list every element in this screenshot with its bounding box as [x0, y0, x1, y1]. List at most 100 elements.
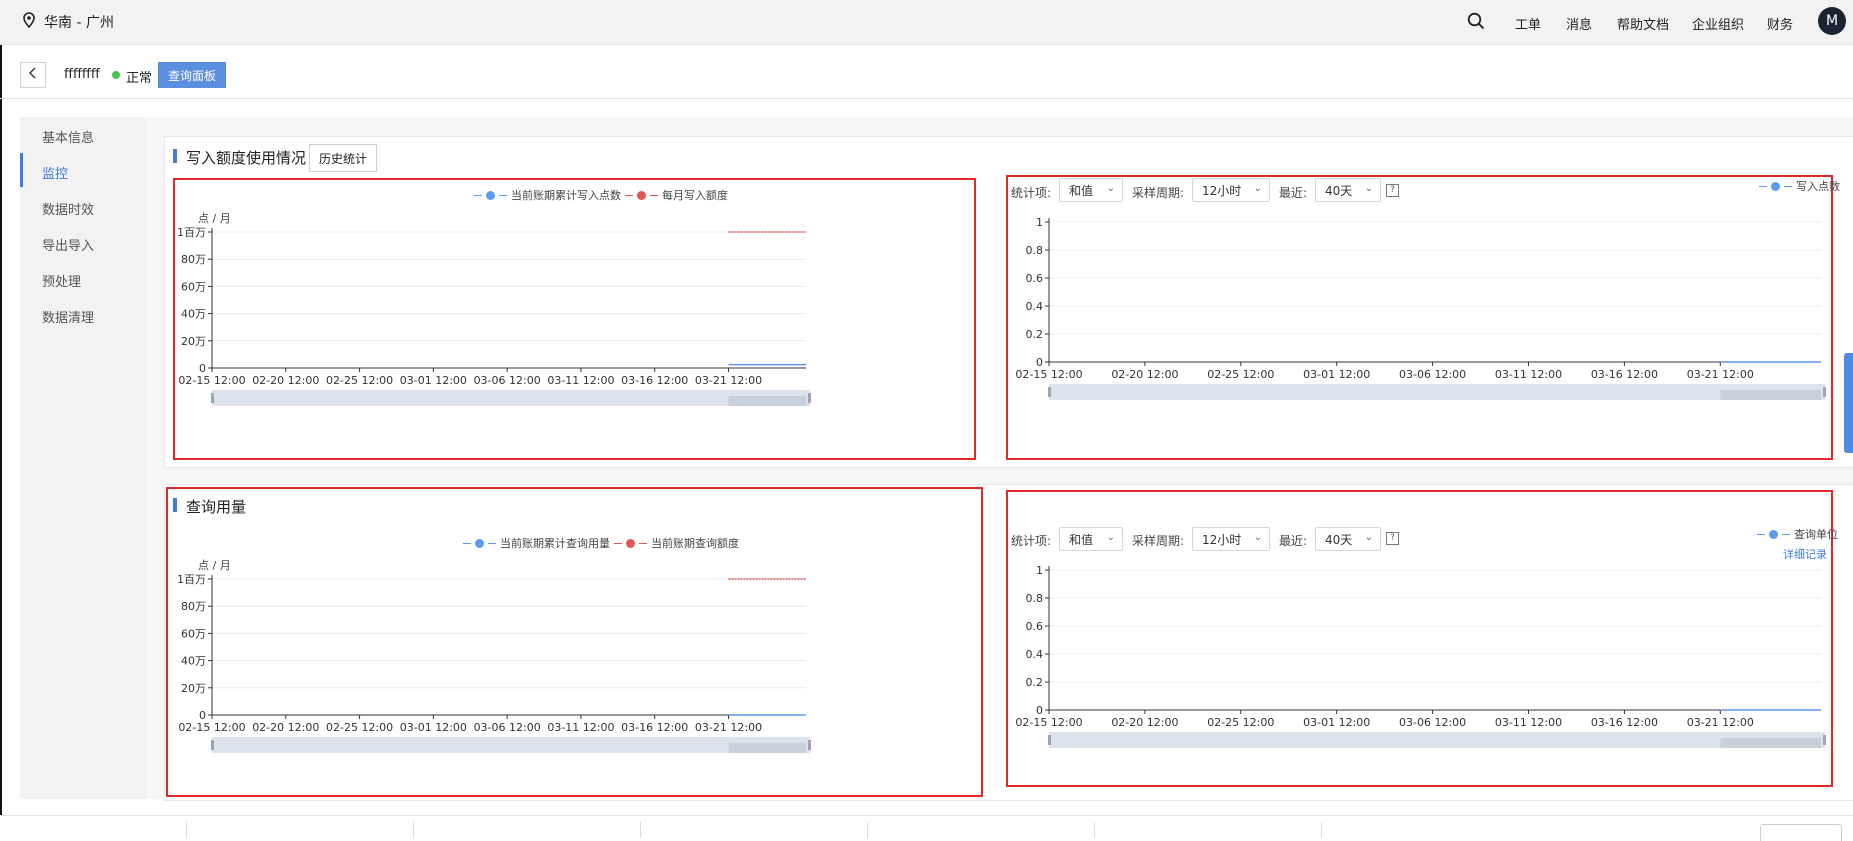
- period-label: 采样周期:: [1132, 534, 1185, 548]
- recent-select[interactable]: 40天 ⌄: [1315, 527, 1381, 551]
- chart1-legend: 当前账期累计写入点数 每月写入额度: [474, 187, 728, 203]
- y-tick-label: 60万: [181, 627, 206, 640]
- y-tick-label: 20万: [181, 335, 206, 348]
- zoom-slider-right-handle: [808, 393, 811, 403]
- x-tick-label: 03-06 12:00: [474, 721, 541, 734]
- period-select[interactable]: 12小时 ⌄: [1192, 178, 1270, 202]
- stat-select[interactable]: 和值 ⌄: [1059, 527, 1123, 551]
- y-tick-label: 20万: [181, 682, 206, 695]
- x-tick-label: 03-16 12:00: [621, 721, 688, 734]
- legend-marker: [1771, 181, 1780, 191]
- period-select[interactable]: 12小时 ⌄: [1192, 527, 1270, 551]
- x-tick-label: 02-20 12:00: [1111, 368, 1178, 381]
- footer-button[interactable]: [1760, 824, 1842, 841]
- legend-marker: [486, 190, 495, 200]
- nav-help-docs[interactable]: 帮助文档: [1617, 14, 1669, 33]
- nav-finance[interactable]: 财务: [1767, 14, 1793, 33]
- x-tick-label: 03-11 12:00: [1495, 368, 1562, 381]
- history-stats-button[interactable]: 历史统计: [309, 144, 377, 172]
- chevron-down-icon: ⌄: [1253, 532, 1262, 543]
- y-tick-label: 1百万: [177, 573, 206, 586]
- chevron-down-icon: ⌄: [1364, 532, 1373, 543]
- region-selector[interactable]: 华南 - 广州: [22, 12, 114, 32]
- legend-line: [1757, 533, 1765, 535]
- chevron-down-icon: ⌄: [1253, 183, 1262, 194]
- zoom-slider-track: [212, 737, 810, 753]
- help-icon[interactable]: ?: [1386, 532, 1399, 545]
- sidebar-item-data-cleanup[interactable]: 数据清理: [42, 307, 94, 326]
- query-panel-button[interactable]: 查询面板: [158, 62, 226, 88]
- x-tick-label: 03-21 12:00: [695, 374, 762, 387]
- instance-name: ffffffff: [64, 67, 100, 82]
- y-tick-label: 0.6: [1026, 272, 1044, 285]
- y-unit-label: 点 / 月: [198, 212, 231, 225]
- avatar[interactable]: M: [1818, 7, 1846, 35]
- header-divider: [0, 98, 1853, 99]
- x-tick-label: 02-15 12:00: [178, 721, 245, 734]
- recent-label: 最近:: [1279, 186, 1308, 200]
- x-tick-label: 02-15 12:00: [1015, 368, 1082, 381]
- section-marker: [173, 149, 177, 163]
- zoom-slider-right-handle: [1823, 735, 1826, 745]
- zoom-slider-left-handle: [1048, 387, 1051, 397]
- chart4-legend: 查询单位: [1757, 526, 1838, 542]
- recent-select-value: 40天: [1325, 183, 1353, 198]
- legend-label[interactable]: 每月写入额度: [662, 187, 728, 203]
- x-tick-label: 03-01 12:00: [400, 374, 467, 387]
- sidebar-item-preprocess[interactable]: 预处理: [42, 271, 81, 290]
- x-tick-label: 03-01 12:00: [1303, 716, 1370, 729]
- x-tick-label: 03-06 12:00: [1399, 716, 1466, 729]
- recent-select[interactable]: 40天 ⌄: [1315, 178, 1381, 202]
- legend-label[interactable]: 写入点数: [1796, 178, 1840, 194]
- x-tick-label: 02-25 12:00: [326, 374, 393, 387]
- footer-divider: [1321, 822, 1322, 838]
- status-dot: [112, 71, 120, 79]
- search-icon[interactable]: [1467, 12, 1485, 34]
- chevron-down-icon: ⌄: [1364, 183, 1373, 194]
- sidebar-item-basic-info[interactable]: 基本信息: [42, 127, 94, 146]
- zoom-slider-track: [212, 390, 810, 406]
- side-drawer-handle[interactable]: [1844, 353, 1853, 453]
- x-tick-label: 03-21 12:00: [1687, 716, 1754, 729]
- sidebar-item-import-export[interactable]: 导出导入: [42, 235, 94, 254]
- nav-organization[interactable]: 企业组织: [1692, 14, 1744, 33]
- stat-select-value: 和值: [1069, 532, 1094, 547]
- footer-divider: [413, 822, 414, 838]
- legend-label[interactable]: 当前账期累计写入点数: [511, 187, 621, 203]
- zoom-slider-track: [1049, 732, 1825, 748]
- zoom-slider-window: [1720, 390, 1821, 400]
- zoom-slider-left-handle: [211, 740, 214, 750]
- legend-line: [488, 542, 496, 544]
- x-tick-label: 03-21 12:00: [1687, 368, 1754, 381]
- status-text: 正常: [126, 71, 153, 86]
- zoom-slider-left-handle: [1048, 735, 1051, 745]
- x-tick-label: 03-16 12:00: [1591, 368, 1658, 381]
- legend-marker: [1769, 529, 1778, 539]
- sidebar-item-data-ttl[interactable]: 数据时效: [42, 199, 94, 218]
- y-tick-label: 40万: [181, 308, 206, 321]
- x-tick-label: 02-25 12:00: [1207, 716, 1274, 729]
- footer-bar: [0, 815, 1853, 841]
- nav-messages[interactable]: 消息: [1566, 14, 1592, 33]
- x-tick-label: 03-16 12:00: [1591, 716, 1658, 729]
- zoom-slider-right-handle: [808, 740, 811, 750]
- legend-label[interactable]: 查询单位: [1794, 526, 1838, 542]
- x-tick-label: 03-06 12:00: [1399, 368, 1466, 381]
- y-tick-label: 1: [1036, 216, 1043, 229]
- footer-divider: [640, 822, 641, 838]
- chart2-legend: 写入点数: [1759, 178, 1840, 194]
- back-button[interactable]: [20, 62, 46, 88]
- nav-tickets[interactable]: 工单: [1515, 14, 1541, 33]
- y-tick-label: 0.8: [1026, 592, 1044, 605]
- help-icon[interactable]: ?: [1386, 184, 1399, 197]
- stat-select[interactable]: 和值 ⌄: [1059, 178, 1123, 202]
- zoom-slider-track: [1049, 384, 1825, 400]
- stat-label: 统计项:: [1011, 186, 1052, 200]
- sidebar-item-monitor[interactable]: 监控: [42, 163, 68, 182]
- zoom-slider-left-handle: [211, 393, 214, 403]
- x-tick-label: 03-01 12:00: [1303, 368, 1370, 381]
- chevron-left-icon: [28, 67, 38, 83]
- sidebar-active-indicator: [20, 153, 23, 187]
- x-tick-label: 02-20 12:00: [252, 721, 319, 734]
- y-tick-label: 60万: [181, 280, 206, 293]
